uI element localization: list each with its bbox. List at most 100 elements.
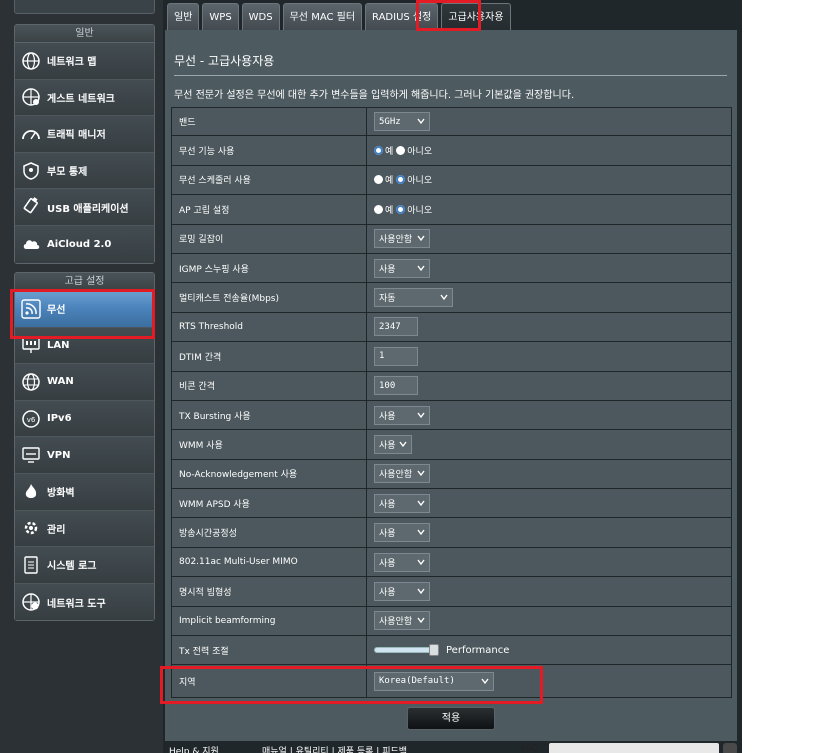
table-row: 비콘 간격 100 bbox=[171, 371, 732, 401]
sidebar-item-firewall[interactable]: 방화벽 bbox=[15, 473, 154, 511]
igmp-snooping-select[interactable]: 사용 bbox=[374, 258, 430, 278]
sidebar-item-guest-network[interactable]: 게스트 네트워크 bbox=[15, 79, 154, 117]
sidebar-item-label: IPv6 bbox=[47, 413, 72, 425]
tab-wireless-mac-filter[interactable]: 무선 MAC 필터 bbox=[282, 3, 363, 30]
mu-mimo-select[interactable]: 사용 bbox=[374, 552, 430, 572]
tx-bursting-select[interactable]: 사용 bbox=[374, 405, 430, 425]
radio-button bbox=[396, 146, 406, 156]
sidebar-item-label: 무선 bbox=[47, 305, 66, 317]
chevron-down-icon bbox=[399, 441, 407, 448]
sidebar-item-label: 관리 bbox=[47, 524, 66, 536]
rts-threshold-input[interactable]: 2347 bbox=[374, 317, 418, 337]
sidebar-item-wireless[interactable]: 무선 bbox=[15, 291, 154, 328]
explicit-beamforming-select[interactable]: 사용 bbox=[374, 581, 430, 601]
sidebar-item-wan[interactable]: WAN bbox=[15, 364, 154, 401]
table-row: WMM APSD 사용 사용 bbox=[171, 489, 732, 519]
sidebar-general-group: 일반 네트워크 맵 게스트 네트워크 트래픽 매니저 부모 통제 USB 애플리… bbox=[14, 24, 155, 264]
wmm-select[interactable]: 사용 bbox=[374, 434, 412, 454]
sidebar-item-vpn[interactable]: VPN bbox=[15, 437, 154, 474]
tx-power-value: Performance bbox=[446, 644, 510, 656]
wireless-icon bbox=[20, 298, 42, 320]
sidebar-item-administration[interactable]: 관리 bbox=[15, 510, 154, 548]
sidebar-item-label: USB 애플리케이션 bbox=[47, 203, 129, 215]
apply-button[interactable]: 적용 bbox=[407, 707, 495, 730]
radio-enable-no[interactable]: 아니오 bbox=[396, 144, 432, 157]
faq-label: FAQ bbox=[521, 744, 539, 753]
sidebar-item-network-tools[interactable]: 네트워크 도구 bbox=[15, 583, 154, 621]
sidebar-advanced-title: 고급 설정 bbox=[15, 273, 154, 291]
sidebar-item-traffic-manager[interactable]: 트래픽 매니저 bbox=[15, 116, 154, 153]
implicit-beamforming-select[interactable]: 사용안함 bbox=[374, 611, 430, 631]
sidebar-item-network-map[interactable]: 네트워크 맵 bbox=[15, 43, 154, 80]
faq-search-input[interactable] bbox=[549, 743, 719, 753]
tab-professional[interactable]: 고급사용자용 bbox=[441, 3, 511, 30]
ap-isolated-yes[interactable]: 예 bbox=[374, 203, 393, 216]
radio-button bbox=[374, 175, 383, 185]
setting-label: 무선 스케줄러 사용 bbox=[171, 165, 367, 195]
sidebar-item-parental-control[interactable]: 부모 통제 bbox=[15, 152, 154, 190]
setting-label: Tx 전력 조절 bbox=[171, 636, 367, 665]
setting-label: 명시적 빔형성 bbox=[171, 577, 367, 606]
multicast-rate-select[interactable]: 자동 bbox=[374, 288, 453, 308]
tab-bar: 일반 WPS WDS 무선 MAC 필터 RADIUS 설정 고급사용자용 bbox=[167, 3, 514, 30]
beacon-interval-input[interactable]: 100 bbox=[374, 376, 418, 396]
table-row: DTIM 간격 1 bbox=[171, 342, 732, 372]
sidebar-item-ipv6[interactable]: v6 IPv6 bbox=[15, 400, 154, 438]
help-link[interactable]: Help & 지원 bbox=[169, 744, 219, 753]
sidebar-item-label: 방화벽 bbox=[47, 488, 75, 500]
region-select[interactable]: Korea(Default) bbox=[374, 671, 494, 691]
sidebar-item-label: WAN bbox=[47, 376, 74, 388]
search-icon[interactable] bbox=[723, 743, 737, 753]
radio-scheduler-no[interactable]: 아니오 bbox=[396, 173, 432, 186]
table-row: 무선 기능 사용 예 아니오 bbox=[171, 136, 732, 166]
table-row: Tx 전력 조절 Performance bbox=[171, 636, 732, 666]
table-row: No-Acknowledgement 사용 사용안함 bbox=[171, 459, 732, 490]
tx-power-slider[interactable] bbox=[374, 644, 439, 657]
usb-icon bbox=[20, 196, 42, 218]
tab-radius-settings[interactable]: RADIUS 설정 bbox=[365, 3, 439, 30]
title-divider bbox=[174, 75, 727, 76]
table-row: 802.11ac Multi-User MIMO 사용 bbox=[171, 547, 732, 578]
sidebar-item-lan[interactable]: LAN bbox=[15, 327, 154, 365]
network-map-icon bbox=[20, 50, 42, 72]
setting-label: DTIM 간격 bbox=[171, 342, 367, 371]
tab-wps[interactable]: WPS bbox=[202, 3, 239, 30]
sidebar-item-system-log[interactable]: 시스템 로그 bbox=[15, 547, 154, 584]
roaming-assistant-select[interactable]: 사용안함 bbox=[374, 229, 430, 249]
admin-gear-icon bbox=[20, 517, 42, 539]
sidebar-advanced-group: 고급 설정 무선 LAN WAN v6 IPv6 VPN 방화벽 관리 시스템 … bbox=[14, 272, 155, 622]
traffic-manager-icon bbox=[20, 123, 42, 145]
chevron-down-icon bbox=[417, 588, 425, 595]
tab-wds[interactable]: WDS bbox=[241, 3, 280, 30]
page-margin bbox=[742, 0, 815, 753]
radio-enable-yes[interactable]: 예 bbox=[374, 144, 393, 157]
svg-text:v6: v6 bbox=[27, 416, 36, 424]
system-log-icon bbox=[20, 554, 42, 576]
footer-links[interactable]: 매뉴얼 | 유틸리티 | 제품 등록 | 피드백 bbox=[262, 744, 407, 753]
band-select[interactable]: 5GHz bbox=[374, 112, 430, 132]
setting-label: 방송시간공정성 bbox=[171, 518, 367, 547]
wan-globe-icon bbox=[20, 371, 42, 393]
setting-label: TX Bursting 사용 bbox=[171, 400, 367, 430]
dtim-interval-input[interactable]: 1 bbox=[374, 346, 418, 366]
slider-handle[interactable] bbox=[429, 644, 439, 657]
sidebar-item-label: 트래픽 매니저 bbox=[47, 130, 106, 142]
sidebar-item-label: 네트워크 맵 bbox=[47, 57, 97, 69]
setting-label: RTS Threshold bbox=[171, 312, 367, 342]
sidebar-item-usb-application[interactable]: USB 애플리케이션 bbox=[15, 189, 154, 226]
sidebar-item-label: 부모 통제 bbox=[47, 167, 88, 179]
setting-label: IGMP 스누핑 사용 bbox=[171, 253, 367, 283]
ap-isolated-no[interactable]: 아니오 bbox=[396, 203, 432, 216]
airtime-fairness-select[interactable]: 사용 bbox=[374, 523, 430, 543]
radio-button-selected bbox=[374, 146, 383, 156]
sidebar-item-aicloud[interactable]: AiCloud 2.0 bbox=[15, 225, 154, 263]
vpn-icon bbox=[20, 444, 42, 466]
tab-general[interactable]: 일반 bbox=[167, 3, 200, 30]
wmm-noack-select[interactable]: 사용안함 bbox=[374, 464, 430, 484]
radio-scheduler-yes[interactable]: 예 bbox=[374, 173, 393, 186]
table-row: TX Bursting 사용 사용 bbox=[171, 400, 732, 431]
setting-label: 밴드 bbox=[171, 108, 367, 136]
table-row: 밴드 5GHz bbox=[171, 107, 732, 137]
wmm-apsd-select[interactable]: 사용 bbox=[374, 493, 430, 513]
table-row: WMM 사용 사용 bbox=[171, 430, 732, 460]
